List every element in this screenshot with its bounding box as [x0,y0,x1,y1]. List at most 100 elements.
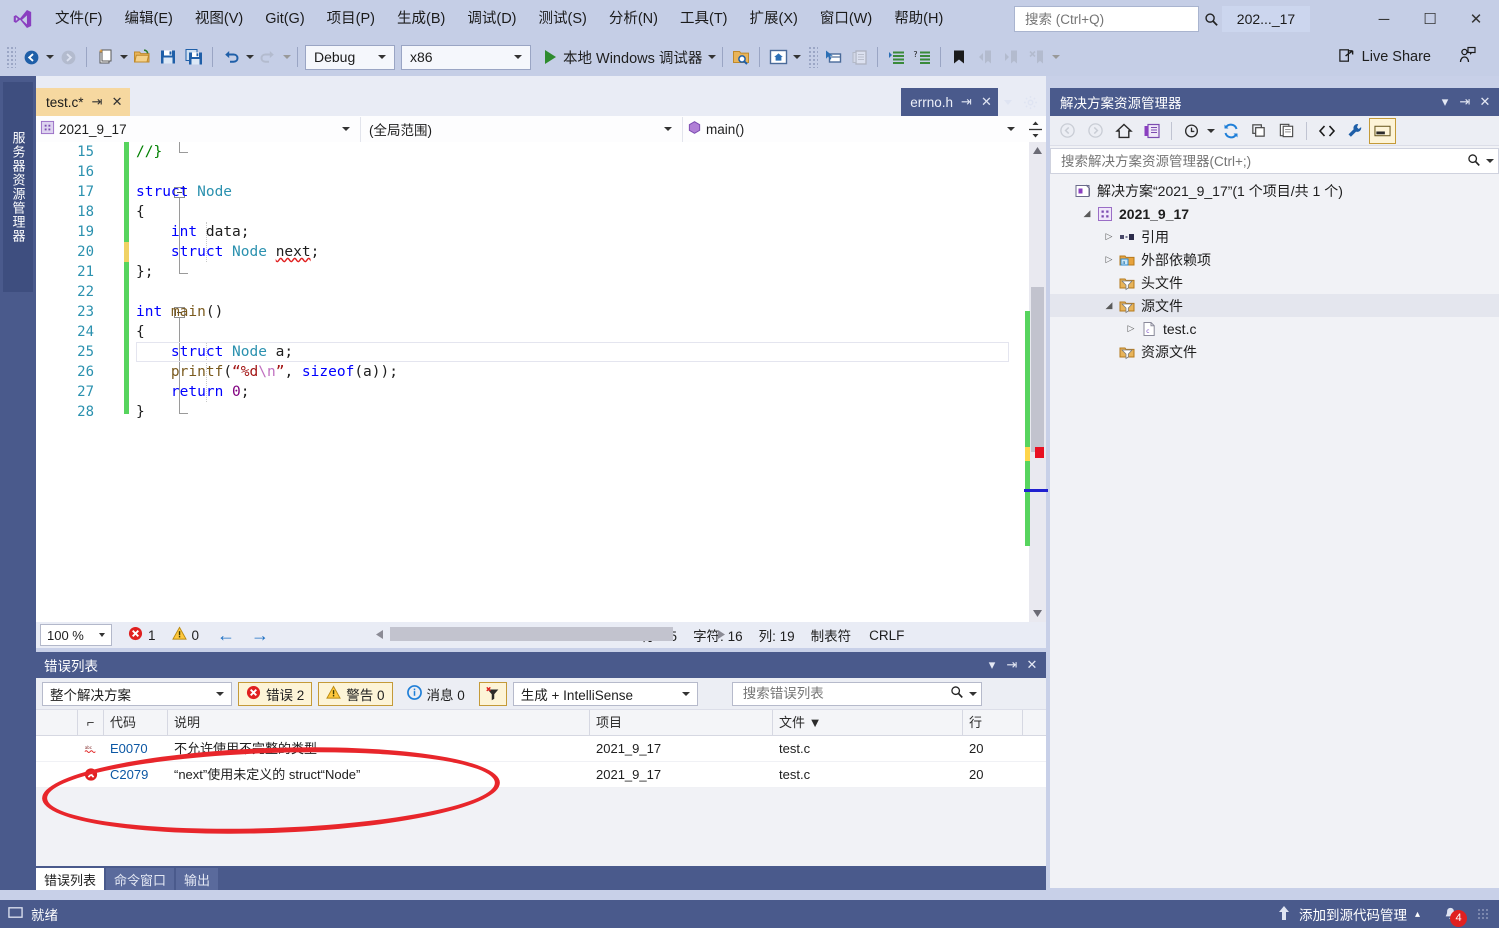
start-debugging-button[interactable]: 本地 Windows 调试器 [539,43,706,71]
scroll-right-icon[interactable] [712,625,730,643]
scroll-left-icon[interactable] [370,625,388,643]
table-row[interactable]: C2079 “next”使用未定义的 struct“Node” 2021_9_1… [36,762,1046,788]
properties-wrench-icon[interactable] [1341,118,1368,144]
tree-item[interactable]: ▷ 引用 [1050,225,1499,248]
menu-item-window[interactable]: 窗口(W) [809,0,883,38]
new-project-dropdown-icon[interactable] [118,43,129,71]
navigate-back-arrow-icon[interactable]: ← [217,625,235,646]
navigate-forward-arrow-icon[interactable]: → [251,625,269,646]
solution-search-input[interactable] [1059,152,1467,170]
close-button[interactable]: ✕ [1453,0,1499,38]
column-header-severity[interactable]: ⌐ [78,710,104,735]
menu-item-tools[interactable]: 工具(T) [669,0,739,38]
refresh-icon[interactable] [1217,118,1244,144]
comment-lines-icon[interactable] [883,43,909,71]
editor-horizontal-scrollbar[interactable] [370,625,730,643]
hscrollbar-thumb[interactable] [390,627,673,641]
tree-item[interactable]: ◢ 2021_9_17 [1050,202,1499,225]
menu-item-git[interactable]: Git(G) [254,0,315,38]
pin-icon[interactable]: ⇥ [1455,90,1475,114]
tree-item[interactable]: ▷ a 外部依赖项 [1050,248,1499,271]
code-line[interactable]: 21}; [36,262,1046,282]
search-options-chevron-icon[interactable] [1486,159,1494,163]
navigate-backward-dropdown-icon[interactable] [44,43,55,71]
pending-changes-dropdown-icon[interactable] [1206,117,1216,145]
find-in-folder-icon[interactable] [728,43,754,71]
menu-item-extensions[interactable]: 扩展(X) [739,0,809,38]
pin-icon[interactable]: ⇥ [91,94,104,110]
global-search-box[interactable] [1014,6,1218,32]
start-page-icon[interactable] [765,43,791,71]
project-selector-combo[interactable]: 2021_9_17 [36,116,361,142]
column-header-line[interactable]: 行 [963,710,1023,735]
member-selector-combo[interactable]: main() [683,117,1025,142]
tree-item[interactable]: 解决方案“2021_9_17”(1 个项目/共 1 个) [1050,179,1499,202]
toggle-bookmark-icon[interactable] [946,43,972,71]
scope-filter-combo[interactable]: 整个解决方案 [42,681,232,706]
start-debugging-dropdown-icon[interactable] [706,43,717,71]
toolbar-grip[interactable] [6,46,16,68]
undo-dropdown-icon[interactable] [244,43,255,71]
solution-configuration-combo[interactable]: Debug [305,44,395,70]
bottom-tab[interactable]: 命令窗口 [106,868,175,890]
navigate-forward-button[interactable] [55,43,81,71]
close-icon[interactable]: ✕ [1022,653,1042,677]
code-line[interactable]: 28} [36,402,1046,422]
clear-bookmarks-icon[interactable] [1024,43,1050,71]
tree-item[interactable]: 头文件 [1050,271,1499,294]
show-all-files-icon[interactable] [1273,118,1300,144]
notifications-button[interactable]: 4 [1442,906,1467,927]
navigate-to-window-icon[interactable] [820,43,846,71]
preview-selected-items-icon[interactable] [1369,117,1396,144]
open-file-button[interactable] [129,43,155,71]
tab-settings-gear-icon[interactable] [1020,88,1040,116]
expander-icon[interactable]: ▷ [1102,231,1116,242]
panel-menu-chevron-icon[interactable]: ▾ [982,653,1002,677]
menu-item-debug[interactable]: 调试(D) [456,0,527,38]
bottom-tab[interactable]: 错误列表 [36,868,105,890]
switch-views-icon[interactable] [1138,118,1165,144]
toolbar-overflow-icon[interactable] [1050,43,1061,71]
code-text-area[interactable]: 15//} 16 17 struct Node 18{19 int data; 20 st… [36,142,1046,622]
table-row[interactable]: abc E0070 不允许使用不完整的类型 2021_9_17 test.c 2… [36,736,1046,762]
menu-item-help[interactable]: 帮助(H) [883,0,954,38]
home-icon[interactable] [1110,118,1137,144]
menu-item-project[interactable]: 项目(P) [316,0,386,38]
menu-item-test[interactable]: 测试(S) [528,0,598,38]
expander-icon[interactable]: ◢ [1102,300,1116,311]
editor-split-handle[interactable] [1025,116,1045,142]
editor-error-count[interactable]: 1 [128,626,156,644]
redo-button[interactable] [255,43,281,71]
code-line[interactable]: 26 printf(“%d\n”, sizeof(a)); [36,362,1046,382]
panel-menu-chevron-icon[interactable]: ▾ [1435,90,1455,114]
server-explorer-tab[interactable]: 服务器资源管理器 [3,82,33,292]
expander-icon[interactable]: ◢ [1080,208,1094,219]
tab-list-dropdown-icon[interactable] [1000,88,1016,116]
editor-warning-count[interactable]: 0 [171,626,199,644]
view-code-icon[interactable] [1313,118,1340,144]
back-icon[interactable] [1054,118,1081,144]
solution-platform-combo[interactable]: x86 [401,44,531,70]
uncomment-lines-icon[interactable]: ? [909,43,935,71]
code-line[interactable]: 20 struct Node next; [36,242,1046,262]
toolbar-grip[interactable] [808,46,819,68]
error-list-search[interactable] [731,681,982,706]
column-header-file[interactable]: 文件 ▼ [773,710,963,735]
solution-explorer-search[interactable] [1050,148,1499,174]
menu-item-view[interactable]: 视图(V) [184,0,254,38]
code-line[interactable]: 23 int main() [36,302,1046,322]
close-icon[interactable]: ✕ [1475,90,1495,114]
pin-icon[interactable]: ⇥ [960,94,973,110]
search-options-chevron-icon[interactable] [968,691,977,696]
code-line[interactable]: 24 { [36,322,1046,342]
pin-icon[interactable]: ⇥ [1002,653,1022,677]
save-all-button[interactable] [181,43,207,71]
bottom-tab[interactable]: 输出 [176,868,219,890]
scope-selector-combo[interactable]: (全局范围) [361,116,683,142]
minimize-button[interactable]: ─ [1361,0,1407,38]
menu-item-file[interactable]: 文件(F) [44,0,114,38]
code-line[interactable]: 19 int data; [36,222,1046,242]
undo-button[interactable] [218,43,244,71]
resize-grip[interactable] [1477,908,1489,920]
tree-item[interactable]: 资源文件 [1050,340,1499,363]
